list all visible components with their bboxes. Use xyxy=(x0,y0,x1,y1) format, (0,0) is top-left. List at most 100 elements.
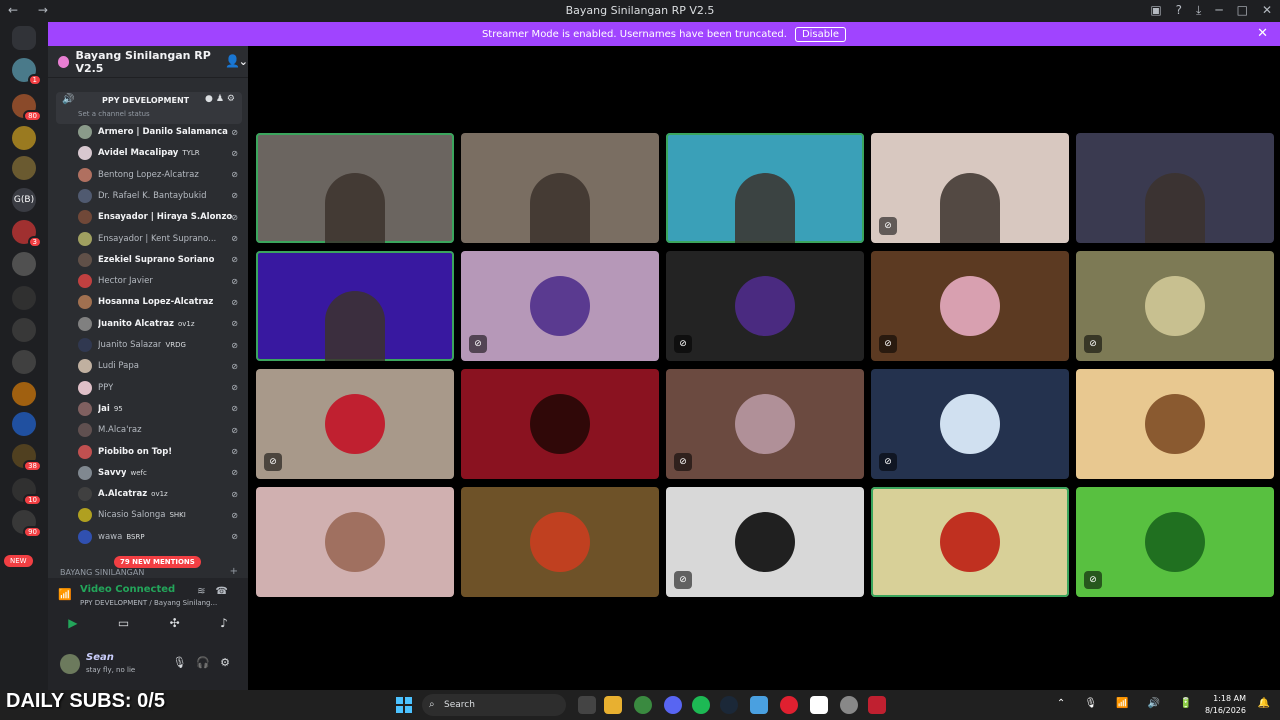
participant-tile[interactable] xyxy=(871,487,1069,597)
member-row[interactable]: Ensayador | Kent Suprano... ⊘ xyxy=(78,229,242,249)
app-icon[interactable] xyxy=(868,696,886,714)
category-label[interactable]: BAYANG SINILANGAN xyxy=(60,568,144,577)
member-row[interactable]: Avidel Macalipay TYLR ⊘ xyxy=(78,143,242,163)
banner-close-icon[interactable]: ✕ xyxy=(1257,26,1268,41)
video-tile[interactable] xyxy=(256,251,454,361)
server-dm-icon[interactable]: G(B) xyxy=(12,188,36,212)
member-row[interactable]: M.Alca'raz ⊘ xyxy=(78,420,242,440)
server-icon[interactable]: 3 xyxy=(12,220,42,248)
microphone-icon[interactable]: 🎙 xyxy=(172,656,196,669)
member-row[interactable]: Piobibo on Top! ⊘ xyxy=(78,442,242,462)
member-row[interactable]: Hosanna Lopez-Alcatraz ⊘ xyxy=(78,292,242,312)
discord-home-icon[interactable] xyxy=(12,26,36,50)
camera-icon[interactable]: ▶ xyxy=(68,616,77,630)
member-row[interactable]: Dr. Rafael K. Bantaybukid ⊘ xyxy=(78,186,242,206)
server-icon[interactable]: 1 xyxy=(12,58,42,86)
participant-tile[interactable]: ⊘ xyxy=(666,369,864,479)
member-row[interactable]: Savvy wefc ⊘ xyxy=(78,463,242,483)
voice-channel[interactable]: 🔊 PPY DEVELOPMENT Set a channel status ●… xyxy=(56,92,242,124)
screen-share-icon[interactable]: ▭ xyxy=(118,616,129,630)
server-icon[interactable] xyxy=(12,382,36,406)
participant-tile[interactable]: ⊘ xyxy=(1076,251,1274,361)
member-row[interactable]: Ludi Papa ⊘ xyxy=(78,356,242,376)
soundboard-icon[interactable]: ♪ xyxy=(220,616,228,630)
member-row[interactable]: Nicasio Salonga SHKI ⊘ xyxy=(78,505,242,525)
participant-tile[interactable]: ⊘ xyxy=(666,487,864,597)
disable-button[interactable]: Disable xyxy=(794,26,847,42)
download-icon[interactable]: ⤓ xyxy=(1196,3,1201,18)
server-icon[interactable] xyxy=(12,286,36,310)
avatar[interactable] xyxy=(60,654,80,674)
new-mentions-badge[interactable]: 79 NEW MENTIONS xyxy=(114,556,201,568)
notification-icon[interactable]: 🔔 xyxy=(1258,698,1270,709)
participant-tile[interactable]: ⊘ xyxy=(1076,487,1274,597)
notepad-icon[interactable] xyxy=(750,696,768,714)
member-row[interactable]: Bentong Lopez-Alcatraz ⊘ xyxy=(78,165,242,185)
participant-tile[interactable]: ⊘ xyxy=(256,369,454,479)
headphones-icon[interactable]: 🎧 xyxy=(196,656,220,669)
participant-tile[interactable] xyxy=(1076,369,1274,479)
member-row[interactable]: Armero | Danilo Salamanca ⊘ xyxy=(78,122,242,142)
participant-tile[interactable] xyxy=(256,487,454,597)
member-row[interactable]: Ensayador | Hiraya S.Alonzo ⊘ xyxy=(78,207,242,227)
inbox-icon[interactable]: ▣ xyxy=(1150,3,1161,18)
help-icon[interactable]: ? xyxy=(1176,3,1182,18)
voice-status[interactable]: Video Connected xyxy=(80,584,175,595)
server-icon[interactable] xyxy=(12,252,36,276)
member-row[interactable]: A.Alcatraz ov1z ⊘ xyxy=(78,484,242,504)
app-icon[interactable] xyxy=(840,696,858,714)
file-explorer-icon[interactable] xyxy=(604,696,622,714)
server-icon[interactable] xyxy=(12,412,36,436)
task-view-icon[interactable] xyxy=(578,696,596,714)
channel-status[interactable]: Set a channel status xyxy=(78,110,150,118)
start-icon[interactable] xyxy=(396,697,412,713)
disconnect-icon[interactable]: ☎ xyxy=(216,586,238,597)
close-icon[interactable]: ✕ xyxy=(1262,3,1272,18)
video-tile[interactable] xyxy=(666,133,864,243)
member-row[interactable]: Hector Javier ⊘ xyxy=(78,271,242,291)
participant-tile[interactable]: ⊘ xyxy=(461,251,659,361)
server-icon[interactable]: 10 xyxy=(12,478,42,506)
gear-icon[interactable]: ⚙ xyxy=(227,94,238,104)
video-tile[interactable] xyxy=(461,133,659,243)
invite-icon[interactable]: 👤 xyxy=(225,54,240,68)
system-tray[interactable]: ⌃ 🎙 📶 🔊 🔋 xyxy=(1057,698,1200,709)
maximize-icon[interactable]: □ xyxy=(1237,3,1248,18)
server-icon[interactable]: 90 xyxy=(12,510,42,538)
member-row[interactable]: Juanito Salazar VRDG ⊘ xyxy=(78,335,242,355)
gear-icon[interactable]: ⚙ xyxy=(220,656,240,669)
minimize-icon[interactable]: ─ xyxy=(1215,3,1222,18)
chrome-icon[interactable] xyxy=(634,696,652,714)
participant-tile[interactable]: ⊘ xyxy=(871,369,1069,479)
noise-suppression-icon[interactable]: ≋ xyxy=(197,586,215,597)
participant-tile[interactable]: ⊘ xyxy=(666,251,864,361)
new-badge[interactable]: NEW xyxy=(4,555,33,567)
steam-icon[interactable] xyxy=(720,696,738,714)
participant-tile[interactable] xyxy=(461,487,659,597)
video-tile[interactable] xyxy=(256,133,454,243)
server-icon[interactable] xyxy=(12,156,36,180)
taskbar-search[interactable]: ⌕ Search xyxy=(422,694,566,716)
member-row[interactable]: PPY ⊘ xyxy=(78,378,242,398)
member-row[interactable]: Juanito Alcatraz ov1z ⊘ xyxy=(78,314,242,334)
video-tile[interactable]: ⊘ xyxy=(871,133,1069,243)
server-icon[interactable] xyxy=(12,126,36,150)
record-app-icon[interactable] xyxy=(780,696,798,714)
server-icon[interactable] xyxy=(12,318,36,342)
discord-icon[interactable] xyxy=(664,696,682,714)
participant-tile[interactable]: ⊘ xyxy=(871,251,1069,361)
signal-icon[interactable]: 📶 xyxy=(58,588,72,601)
add-channel-icon[interactable]: + xyxy=(230,566,238,577)
chat-icon[interactable]: ● xyxy=(205,94,216,104)
activities-icon[interactable]: ✣ xyxy=(170,616,180,630)
clock[interactable]: 1:18 AM 8/16/2026 xyxy=(1205,693,1246,717)
member-row[interactable]: Jai 95 ⊘ xyxy=(78,399,242,419)
spotify-icon[interactable] xyxy=(692,696,710,714)
server-icon[interactable]: 80 xyxy=(12,94,42,122)
video-tile[interactable] xyxy=(1076,133,1274,243)
voice-location[interactable]: PPY DEVELOPMENT / Bayang Sinilang... xyxy=(80,599,217,607)
username[interactable]: Sean xyxy=(86,652,114,663)
participant-tile[interactable] xyxy=(461,369,659,479)
member-row[interactable]: wawa BSRP ⊘ xyxy=(78,527,242,547)
guild-header[interactable]: Bayang Sinilangan RP V2.5 ⌄ 👤 xyxy=(48,46,248,78)
